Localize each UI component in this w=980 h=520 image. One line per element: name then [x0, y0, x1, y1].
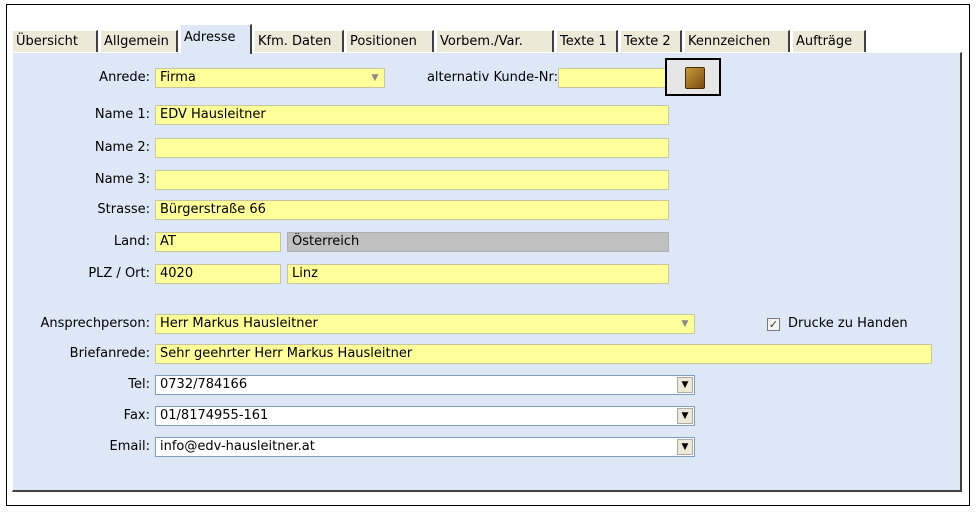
name3-label: Name 3:	[94, 172, 150, 187]
email-value: info@edv-hausleitner.at	[160, 439, 315, 454]
chevron-down-icon[interactable]: ▼	[677, 439, 693, 455]
tel-combo[interactable]: 0732/784166 ▼	[155, 375, 695, 395]
drucke-label: Drucke zu Handen	[788, 316, 908, 331]
drucke-checkbox[interactable]: ✓	[767, 318, 780, 331]
chevron-down-icon[interactable]: ▼	[677, 377, 693, 393]
name1-input[interactable]: EDV Hausleitner	[155, 105, 669, 125]
land-label: Land:	[113, 234, 150, 249]
fax-combo[interactable]: 01/8174955-161 ▼	[155, 406, 695, 426]
name3-input[interactable]	[155, 170, 669, 190]
chevron-down-icon[interactable]: ▼	[677, 408, 693, 424]
email-combo[interactable]: info@edv-hausleitner.at ▼	[155, 437, 695, 457]
alt-kunde-label: alternativ Kunde-Nr:	[426, 70, 558, 85]
chevron-down-icon[interactable]: ▼	[368, 71, 382, 85]
name1-label: Name 1:	[94, 107, 150, 122]
land-name-field: Österreich	[287, 232, 669, 252]
strasse-label: Strasse:	[97, 202, 150, 217]
book-icon	[685, 67, 705, 89]
plz-label: PLZ / Ort:	[88, 266, 150, 281]
name2-input[interactable]	[155, 138, 669, 158]
chevron-down-icon[interactable]: ▼	[678, 317, 692, 331]
ansprech-label: Ansprechperson:	[40, 316, 150, 331]
ansprech-combo[interactable]: Herr Markus Hausleitner ▼	[155, 314, 695, 334]
brief-input[interactable]: Sehr geehrter Herr Markus Hausleitner	[155, 344, 932, 364]
ansprech-value: Herr Markus Hausleitner	[160, 316, 318, 331]
tel-label: Tel:	[128, 377, 150, 392]
fax-label: Fax:	[123, 408, 150, 423]
anrede-label: Anrede:	[99, 70, 150, 85]
check-icon: ✓	[768, 318, 779, 331]
ort-input[interactable]: Linz	[287, 264, 669, 284]
kunde-picker-button[interactable]	[665, 58, 721, 96]
tel-value: 0732/784166	[160, 377, 248, 392]
land-code-input[interactable]: AT	[155, 232, 281, 252]
strasse-input[interactable]: Bürgerstraße 66	[155, 200, 669, 220]
plz-input[interactable]: 4020	[155, 264, 281, 284]
anrede-combo[interactable]: Firma ▼	[155, 68, 385, 88]
fax-value: 01/8174955-161	[160, 408, 269, 423]
email-label: Email:	[109, 439, 150, 454]
alt-kunde-input[interactable]	[558, 68, 668, 88]
anrede-value: Firma	[160, 70, 196, 85]
brief-label: Briefanrede:	[69, 346, 150, 361]
name2-label: Name 2:	[94, 140, 150, 155]
